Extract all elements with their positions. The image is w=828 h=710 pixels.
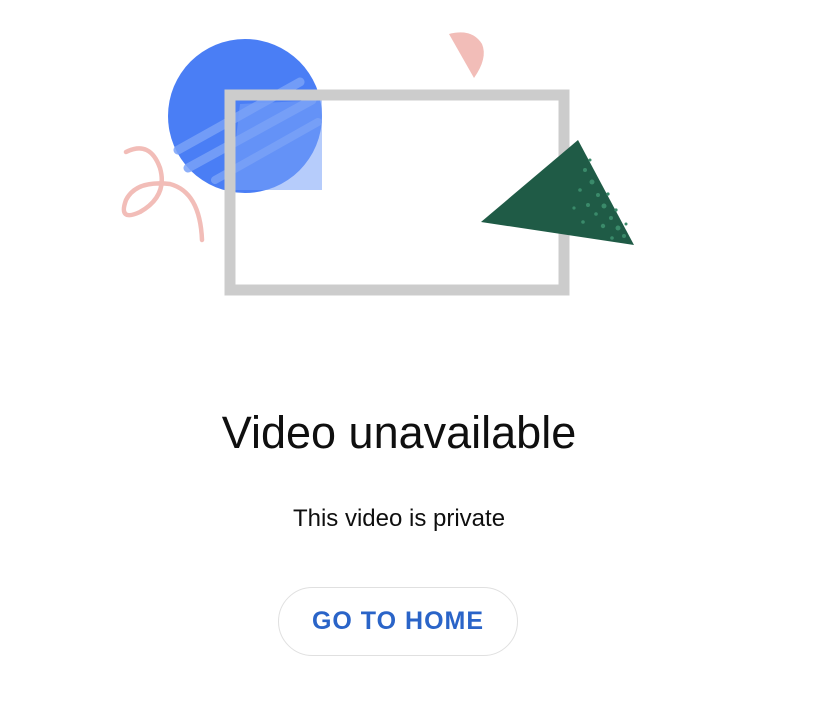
green-triangle-shape	[481, 140, 634, 245]
error-title: Video unavailable	[221, 407, 577, 458]
go-to-home-label: GO TO HOME	[311, 607, 485, 635]
error-message: This video is private	[292, 505, 506, 532]
video-unavailable-illustration	[121, 32, 634, 296]
blue-circle-shape	[168, 39, 322, 193]
go-to-home-button[interactable]: GO TO HOME	[278, 587, 518, 656]
pink-half-circle-shape	[449, 32, 484, 78]
